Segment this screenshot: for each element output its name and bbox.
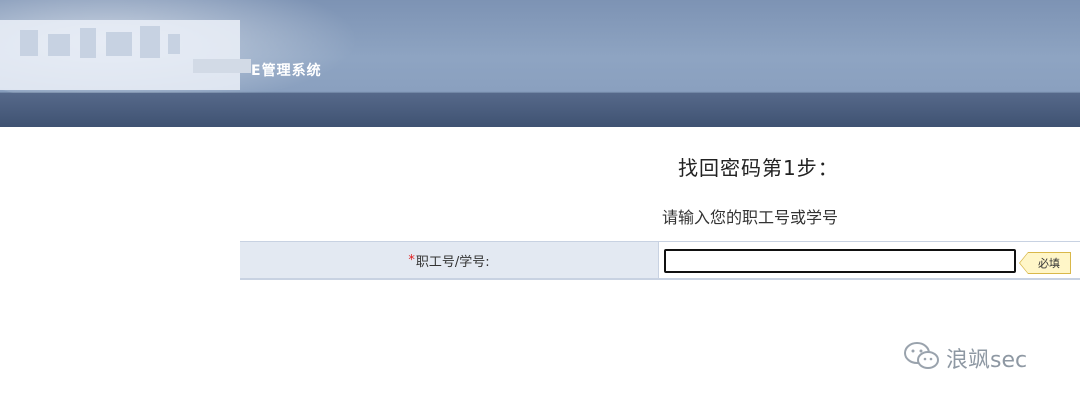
system-title: E管理系统	[251, 63, 322, 79]
required-tip-label: 必填	[1038, 257, 1060, 270]
watermark-text: 浪飒sec	[946, 348, 1028, 373]
employee-id-input[interactable]	[664, 249, 1016, 273]
field-label: 职工号/学号:	[415, 254, 490, 270]
wechat-icon	[902, 340, 942, 376]
header-band	[0, 93, 1080, 127]
required-mark: *	[408, 252, 415, 268]
page-title: 找回密码第1步：	[678, 156, 839, 180]
logo-strip	[193, 59, 251, 73]
logo-blurred	[0, 20, 240, 90]
app-header: E管理系统	[0, 0, 1080, 127]
instruction-text: 请输入您的职工号或学号	[662, 208, 839, 227]
required-tip: 必填	[1019, 252, 1071, 274]
watermark: 浪飒sec	[902, 340, 1027, 376]
field-label-cell: * 职工号/学号:	[240, 242, 659, 278]
form-row-employee-id: * 职工号/学号: 必填	[240, 241, 1080, 280]
